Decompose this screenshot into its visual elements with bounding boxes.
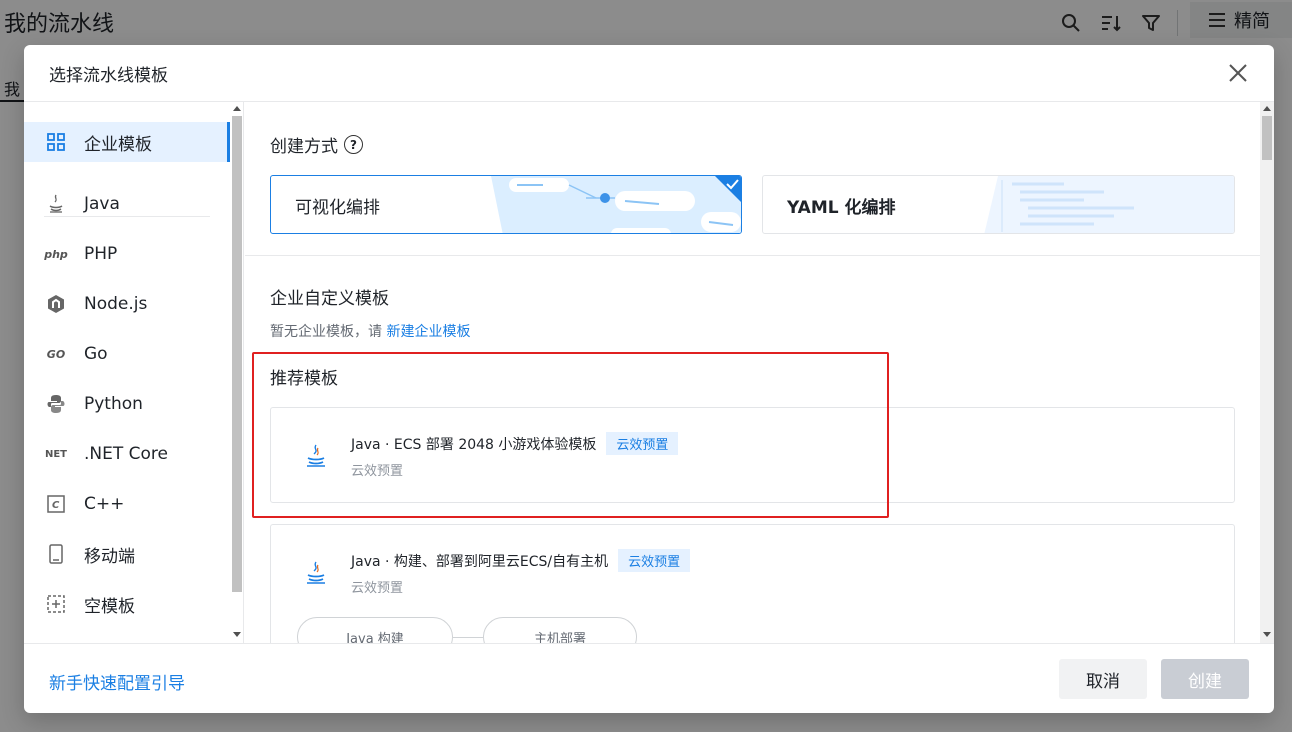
template-content: 创建方式 ? 可视化编排 YAML 化编排 企业自定义模板 暂无企业模板，请 新… — [245, 102, 1274, 643]
sidebar-item-enterprise[interactable]: 企业模板 — [24, 122, 230, 162]
template-name: Java · 构建、部署到阿里云ECS/自有主机 云效预置 — [351, 549, 691, 572]
scroll-down-icon[interactable] — [233, 632, 241, 637]
modal-footer: 新手快速配置引导 取消 创建 — [24, 643, 1274, 713]
cpp-icon: C — [46, 494, 66, 514]
scroll-up-icon[interactable] — [1263, 106, 1271, 111]
sidebar-item-label: 企业模板 — [84, 134, 152, 155]
modal-header: 选择流水线模板 — [24, 45, 1274, 102]
sidebar-item-java[interactable]: Java — [24, 184, 230, 224]
yaml-code-illustration — [984, 176, 1234, 233]
mobile-icon — [46, 544, 66, 564]
hint-text: 暂无企业模板，请 — [270, 324, 382, 340]
sidebar-item-label: 移动端 — [84, 546, 135, 567]
template-subtitle: 云效预置 — [351, 581, 404, 596]
template-card-java-2048[interactable]: Java · ECS 部署 2048 小游戏体验模板 云效预置 云效预置 — [270, 407, 1235, 503]
svg-text:C: C — [52, 500, 60, 511]
template-category-sidebar: 企业模板 Java php PHP Node.js GO Go Python N… — [24, 102, 244, 643]
new-enterprise-template-link[interactable]: 新建企业模板 — [386, 324, 470, 340]
sidebar-item-label: Go — [84, 344, 108, 364]
sidebar-item-php[interactable]: php PHP — [24, 234, 230, 274]
sidebar-item-label: .NET Core — [84, 444, 168, 464]
visual-mode-label: 可视化编排 — [295, 198, 380, 218]
go-icon: GO — [46, 347, 66, 361]
dotnet-icon: NET — [44, 448, 68, 460]
create-button[interactable]: 创建 — [1161, 659, 1249, 699]
template-name-text: Java · ECS 部署 2048 小游戏体验模板 — [351, 437, 597, 453]
nodejs-icon — [46, 294, 66, 314]
sidebar-item-dotnet[interactable]: NET .NET Core — [24, 434, 230, 474]
sidebar-item-go[interactable]: GO Go — [24, 334, 230, 374]
cancel-button[interactable]: 取消 — [1059, 659, 1147, 699]
template-subtitle: 云效预置 — [351, 464, 404, 479]
yaml-mode-label: YAML 化编排 — [787, 198, 896, 218]
java-icon — [307, 561, 325, 584]
close-icon[interactable] — [1226, 61, 1250, 85]
modal-body: 企业模板 Java php PHP Node.js GO Go Python N… — [24, 102, 1274, 643]
sidebar-item-label: C++ — [84, 494, 125, 514]
sidebar-item-label: Python — [84, 394, 143, 414]
template-card-java-ecs[interactable]: Java · 构建、部署到阿里云ECS/自有主机 云效预置 云效预置 Java 构… — [270, 524, 1235, 643]
scroll-up-icon[interactable] — [233, 106, 241, 111]
enterprise-empty-hint: 暂无企业模板，请 新建企业模板 — [270, 321, 470, 341]
modal-title: 选择流水线模板 — [49, 65, 168, 86]
visual-mode-option[interactable]: 可视化编排 — [270, 175, 742, 234]
stage-java-build: Java 构建 — [297, 617, 453, 643]
sidebar-item-label: Java — [84, 194, 120, 214]
java-icon — [307, 444, 325, 467]
create-mode-title-text: 创建方式 — [270, 137, 338, 157]
content-scrollbar[interactable] — [1260, 102, 1274, 643]
scroll-down-icon[interactable] — [1263, 632, 1271, 637]
java-icon — [46, 194, 66, 214]
stage-connector — [453, 637, 483, 638]
preset-badge: 云效预置 — [618, 549, 691, 572]
scrollbar-thumb[interactable] — [1262, 116, 1272, 160]
php-icon: php — [44, 247, 68, 261]
yaml-mode-option[interactable]: YAML 化编排 — [762, 175, 1235, 234]
sidebar-scrollbar[interactable] — [230, 102, 244, 643]
python-icon — [46, 394, 66, 414]
sidebar-item-empty-template[interactable]: 空模板 — [24, 584, 230, 624]
help-icon[interactable]: ? — [344, 135, 363, 154]
grid-icon — [46, 132, 66, 152]
template-name: Java · ECS 部署 2048 小游戏体验模板 云效预置 — [351, 432, 679, 455]
enterprise-templates-title: 企业自定义模板 — [270, 289, 389, 309]
template-modal: 选择流水线模板 企业模板 Java php PHP Node.js GO Go … — [24, 45, 1274, 713]
sidebar-item-python[interactable]: Python — [24, 384, 230, 424]
sidebar-item-label: Node.js — [84, 294, 148, 314]
sidebar-item-mobile[interactable]: 移动端 — [24, 534, 230, 574]
section-divider — [245, 255, 1260, 256]
visual-flow-illustration — [491, 176, 741, 233]
scrollbar-thumb[interactable] — [232, 116, 242, 592]
sidebar-item-cpp[interactable]: C C++ — [24, 484, 230, 524]
create-mode-title: 创建方式 ? — [270, 132, 363, 157]
template-name-text: Java · 构建、部署到阿里云ECS/自有主机 — [351, 554, 609, 570]
sidebar-item-label: 空模板 — [84, 596, 135, 617]
quick-setup-guide-link[interactable]: 新手快速配置引导 — [49, 669, 185, 694]
empty-template-icon — [46, 594, 66, 614]
recommended-templates-title: 推荐模板 — [270, 369, 338, 389]
check-icon — [715, 176, 741, 202]
sidebar-item-nodejs[interactable]: Node.js — [24, 284, 230, 324]
sidebar-item-label: PHP — [84, 244, 118, 264]
preset-badge: 云效预置 — [606, 432, 679, 455]
stage-host-deploy: 主机部署 — [483, 617, 637, 643]
